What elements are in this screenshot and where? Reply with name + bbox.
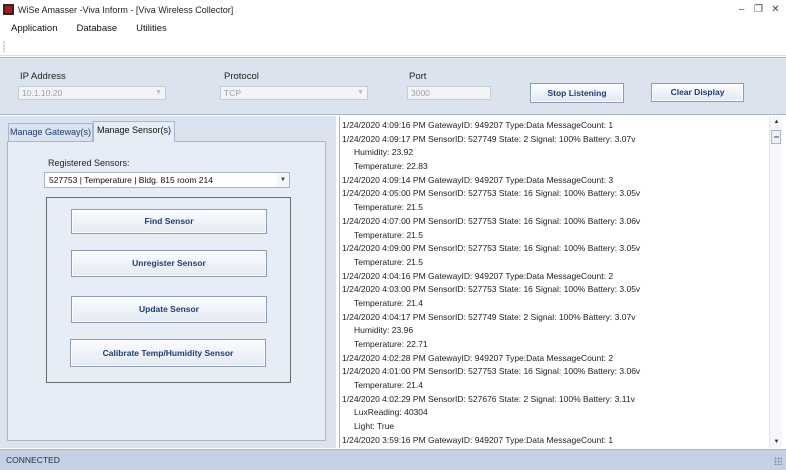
app-icon <box>3 4 14 15</box>
log-line: 1/24/2020 4:09:17 PM SensorID: 527749 St… <box>342 133 636 144</box>
protocol-value: TCP <box>224 88 241 98</box>
connection-status: CONNECTED <box>6 455 60 465</box>
log-line: 1/24/2020 4:09:14 PM GatewayID: 949207 T… <box>342 174 614 185</box>
find-sensor-button[interactable]: Find Sensor <box>71 209 267 234</box>
log-line: 1/24/2020 4:05:00 PM SensorID: 527753 St… <box>342 188 641 199</box>
log-line: Temperature: 21.4 <box>354 380 423 391</box>
menu-application[interactable]: Application <box>0 23 65 34</box>
unregister-sensor-button[interactable]: Unregister Sensor <box>71 250 267 277</box>
protocol-select[interactable]: TCP ▼ <box>220 86 368 100</box>
log-line: 1/24/2020 4:04:16 PM GatewayID: 949207 T… <box>342 270 614 281</box>
restore-button[interactable]: ❐ <box>750 4 767 15</box>
log-line: 1/24/2020 4:03:00 PM SensorID: 527753 St… <box>342 284 641 295</box>
log-line: Temperature: 21.4 <box>354 297 423 308</box>
log-line: 1/24/2020 4:09:00 PM SensorID: 527753 St… <box>342 243 641 254</box>
registered-sensors-select[interactable]: 527753 | Temperature | Bldg. 815 room 21… <box>44 172 290 188</box>
update-sensor-button[interactable]: Update Sensor <box>71 296 267 323</box>
title-bar: WiSe Amasser -Viva Inform - [Viva Wirele… <box>0 0 786 19</box>
log-line: Temperature: 22.83 <box>354 161 428 172</box>
log-line: 1/24/2020 3:59:16 PM GatewayID: 949207 T… <box>342 434 614 445</box>
ip-address-select[interactable]: 10.1.10.20 ▼ <box>18 86 166 100</box>
chevron-down-icon: ▼ <box>357 89 364 96</box>
log-line: 1/24/2020 4:09:16 PM GatewayID: 949207 T… <box>342 120 614 130</box>
log-line: Temperature: 21.5 <box>354 256 423 267</box>
chevron-down-icon: ▼ <box>277 173 289 187</box>
log-line: LuxReading: 40304 <box>354 407 428 418</box>
menu-bar: Application Database Utilities <box>0 19 786 37</box>
scroll-thumb[interactable] <box>771 130 781 144</box>
protocol-label: Protocol <box>224 71 259 82</box>
log-line: Light: True <box>354 421 395 432</box>
log-line: 1/24/2020 4:02:28 PM GatewayID: 949207 T… <box>342 352 614 363</box>
toolbar <box>0 37 786 56</box>
toolbar-grip-icon[interactable] <box>3 41 5 52</box>
connection-panel: IP Address 10.1.10.20 ▼ Protocol TCP ▼ P… <box>0 57 786 115</box>
tab-manage-sensors[interactable]: Manage Sensor(s) <box>93 121 175 142</box>
tab-manage-gateways[interactable]: Manage Gateway(s) <box>8 123 93 142</box>
minimize-button[interactable]: – <box>733 4 750 15</box>
menu-database[interactable]: Database <box>65 23 125 34</box>
ip-address-label: IP Address <box>20 71 66 82</box>
close-button[interactable]: ✕ <box>767 4 784 15</box>
log-line: Temperature: 22.71 <box>354 339 428 349</box>
scroll-down-icon[interactable]: ▼ <box>770 436 783 448</box>
stop-listening-button[interactable]: Stop Listening <box>530 83 624 103</box>
log-line: Humidity: 23.96 <box>354 325 414 336</box>
log-lines: 1/24/2020 4:09:16 PM GatewayID: 949207 T… <box>342 119 767 448</box>
log-line: 1/24/2020 4:01:00 PM SensorID: 527753 St… <box>342 366 641 377</box>
scroll-up-icon[interactable]: ▲ <box>770 116 783 128</box>
log-line: 1/24/2020 4:07:00 PM SensorID: 527753 St… <box>342 215 641 226</box>
window-title: WiSe Amasser -Viva Inform - [Viva Wirele… <box>18 4 234 15</box>
log-line: Temperature: 21.5 <box>354 202 423 213</box>
ip-address-value: 10.1.10.20 <box>22 88 63 98</box>
clear-display-button[interactable]: Clear Display <box>651 83 744 102</box>
status-bar: CONNECTED <box>0 449 786 470</box>
chevron-down-icon: ▼ <box>155 89 162 96</box>
log-line: 1/24/2020 4:02:29 PM SensorID: 527676 St… <box>342 393 635 404</box>
calibrate-sensor-button[interactable]: Calibrate Temp/Humidity Sensor <box>70 339 266 367</box>
menu-utilities[interactable]: Utilities <box>125 23 175 34</box>
log-scrollbar[interactable]: ▲ ▼ <box>769 116 782 448</box>
port-input[interactable]: 3000 <box>407 86 491 100</box>
log-line: Humidity: 23.92 <box>354 147 414 158</box>
log-line: 1/24/2020 4:04:17 PM SensorID: 527749 St… <box>342 311 636 322</box>
selected-sensor: 527753 | Temperature | Bldg. 815 room 21… <box>49 175 213 185</box>
registered-sensors-label: Registered Sensors: <box>48 158 130 168</box>
log-line: Temperature: 21.5 <box>354 229 423 240</box>
message-log[interactable]: 1/24/2020 4:09:16 PM GatewayID: 949207 T… <box>339 116 782 448</box>
resize-grip-icon[interactable] <box>774 457 782 465</box>
grip-icon <box>774 136 779 138</box>
port-label: Port <box>409 71 427 82</box>
